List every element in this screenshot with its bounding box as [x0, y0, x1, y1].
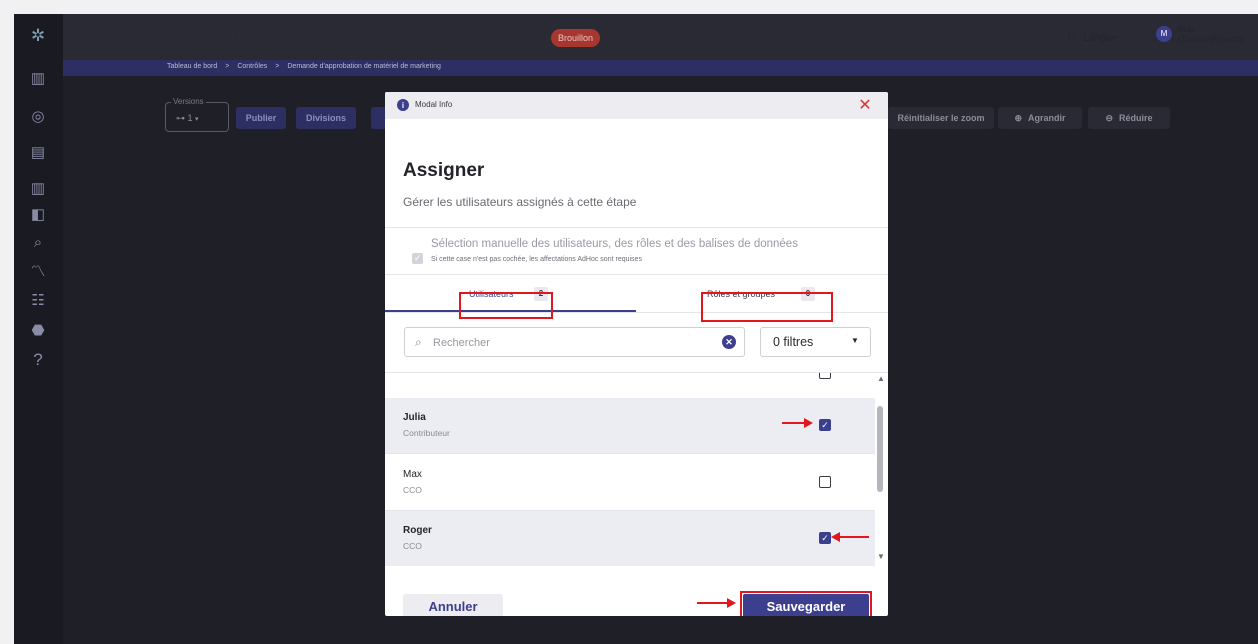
- annotation-arrow: [697, 602, 729, 604]
- filter-select[interactable]: 0 filtres ▼: [760, 327, 871, 357]
- versions-value: ⊶ 1 ▾: [176, 113, 199, 123]
- publish-button[interactable]: Publier: [236, 107, 286, 129]
- list-scrollbar[interactable]: ▲ ▼: [874, 372, 888, 566]
- annotation-arrow: [782, 422, 806, 424]
- reports-icon[interactable]: ▥: [28, 178, 48, 198]
- zoom-in-icon: ⊕: [1014, 112, 1023, 123]
- breadcrumb-item-dashboard[interactable]: Tableau de bord: [167, 63, 217, 70]
- assign-modal: i Modal Info ✕ Assigner Gérer les utilis…: [385, 92, 888, 616]
- list-item[interactable]: Max CCO: [385, 455, 875, 511]
- scroll-thumb[interactable]: [877, 406, 883, 492]
- page-title: Demande d'approbation de matériel de mar…: [167, 27, 613, 48]
- app-window: ✲ ▥ ◎ ▤ ▥ ◧ ⌕ 〽 ☷ ⬣ ? Demande d'approbat…: [14, 14, 1258, 644]
- manual-selection-checkbox[interactable]: ✓: [412, 253, 423, 264]
- modal-title: Assigner: [403, 160, 485, 181]
- tab-roles-label: Rôles et groupes: [707, 289, 776, 299]
- chevron-down-icon: ▾: [195, 116, 199, 123]
- breadcrumb-bar: Tableau de bord > Contrôles > Demande d'…: [63, 60, 1258, 76]
- breadcrumb-separator: >: [275, 63, 280, 70]
- annotation-arrow-head: [804, 418, 813, 428]
- clear-search-icon[interactable]: ✕: [722, 335, 736, 349]
- user-checkbox[interactable]: ✓: [819, 532, 831, 544]
- tab-users-count: 2: [534, 287, 548, 301]
- save-button[interactable]: Sauvegarder: [743, 594, 869, 616]
- user-org: (TrainingFrench): [1178, 34, 1245, 44]
- language-button[interactable]: ⚐ Langue: [1066, 30, 1117, 46]
- flag-icon: ⚐: [1066, 30, 1078, 45]
- user-role: Contributeur: [403, 428, 450, 438]
- zoom-in-button[interactable]: ⊕ Agrandir: [998, 107, 1082, 129]
- cancel-button[interactable]: Annuler: [403, 594, 503, 616]
- breadcrumb-separator: >: [225, 63, 230, 70]
- modal-subtitle: Gérer les utilisateurs assignés à cette …: [403, 195, 637, 209]
- divisions-button[interactable]: Divisions: [296, 107, 356, 129]
- manual-selection-note: Si cette case n'est pas cochée, les affe…: [431, 256, 642, 263]
- user-role: CCO: [403, 485, 422, 495]
- close-button[interactable]: ✕: [855, 96, 875, 116]
- tab-users[interactable]: Utilisateurs 2: [385, 275, 636, 312]
- user-list: Julia Contributeur ✓ Max CCO Roger CCO ✓: [385, 372, 888, 566]
- list-item[interactable]: Julia Contributeur ✓: [385, 398, 875, 454]
- user-name: Max: [403, 469, 422, 480]
- app-logo-icon: ✲: [30, 26, 46, 45]
- divider: [385, 227, 888, 228]
- annotation-arrow: [839, 536, 869, 538]
- user-name: Max: [1178, 24, 1196, 34]
- help-icon[interactable]: ?: [28, 350, 48, 370]
- annotation-arrow-head: [831, 532, 840, 542]
- list-item-checkbox[interactable]: [819, 373, 831, 379]
- language-label: Langue: [1083, 32, 1118, 44]
- library-icon[interactable]: ◧: [28, 204, 48, 224]
- user-checkbox[interactable]: ✓: [819, 419, 831, 431]
- shield-settings-icon[interactable]: ⬣: [28, 320, 48, 340]
- tab-roles-groups[interactable]: Rôles et groupes 0: [637, 275, 888, 312]
- versions-legend: Versions: [171, 97, 206, 106]
- annotation-arrow-head: [727, 598, 736, 608]
- divider: [385, 312, 888, 313]
- user-name: Roger: [403, 525, 432, 536]
- tab-roles-count: 0: [801, 287, 815, 301]
- trend-icon[interactable]: 〽: [28, 260, 48, 280]
- modal-header: i Modal Info ✕: [385, 92, 888, 119]
- info-icon: i: [397, 99, 409, 111]
- breadcrumb-item-current: Demande d'approbation de matériel de mar…: [287, 63, 441, 70]
- reset-zoom-button[interactable]: Réinitialiser le zoom: [888, 107, 994, 129]
- user-menu[interactable]: M Max (TrainingFrench): [1156, 24, 1244, 44]
- filter-label: 0 filtres: [773, 335, 814, 349]
- zoom-out-button[interactable]: ⊖ Réduire: [1088, 107, 1170, 129]
- zoom-out-icon: ⊖: [1105, 112, 1114, 123]
- sidebar-rail: ✲ ▥ ◎ ▤ ▥ ◧ ⌕ 〽 ☷ ⬣ ?: [14, 14, 63, 644]
- modal-header-label: Modal Info: [415, 100, 453, 109]
- user-role: CCO: [403, 541, 422, 551]
- tab-users-label: Utilisateurs: [469, 289, 514, 299]
- close-icon: ✕: [858, 97, 872, 114]
- breadcrumb: Tableau de bord > Contrôles > Demande d'…: [167, 63, 441, 70]
- sliders-icon[interactable]: ☷: [28, 290, 48, 310]
- search-rail-icon[interactable]: ⌕: [28, 232, 48, 252]
- list-item[interactable]: Roger CCO ✓: [385, 511, 875, 566]
- branch-icon: ⊶: [176, 113, 185, 123]
- search-box: ⌕ ✕: [404, 327, 745, 357]
- search-input[interactable]: [433, 334, 703, 352]
- check-circle-icon[interactable]: ◎: [28, 106, 48, 126]
- manual-selection-label: Sélection manuelle des utilisateurs, des…: [431, 238, 798, 250]
- chat-icon[interactable]: ▤: [28, 142, 48, 162]
- status-badge: Brouillon: [551, 29, 601, 47]
- chevron-down-icon: ▼: [851, 336, 859, 345]
- user-name: Julia: [403, 412, 426, 423]
- user-checkbox[interactable]: [819, 476, 831, 488]
- avatar: M: [1156, 26, 1172, 42]
- breadcrumb-item-controls[interactable]: Contrôles: [237, 63, 267, 70]
- dashboard-icon[interactable]: ▥: [28, 68, 48, 88]
- scroll-down-icon[interactable]: ▼: [877, 552, 885, 561]
- search-icon: ⌕: [415, 335, 422, 349]
- scroll-up-icon[interactable]: ▲: [877, 374, 885, 383]
- top-bar: Demande d'approbation de matériel de mar…: [63, 14, 1258, 60]
